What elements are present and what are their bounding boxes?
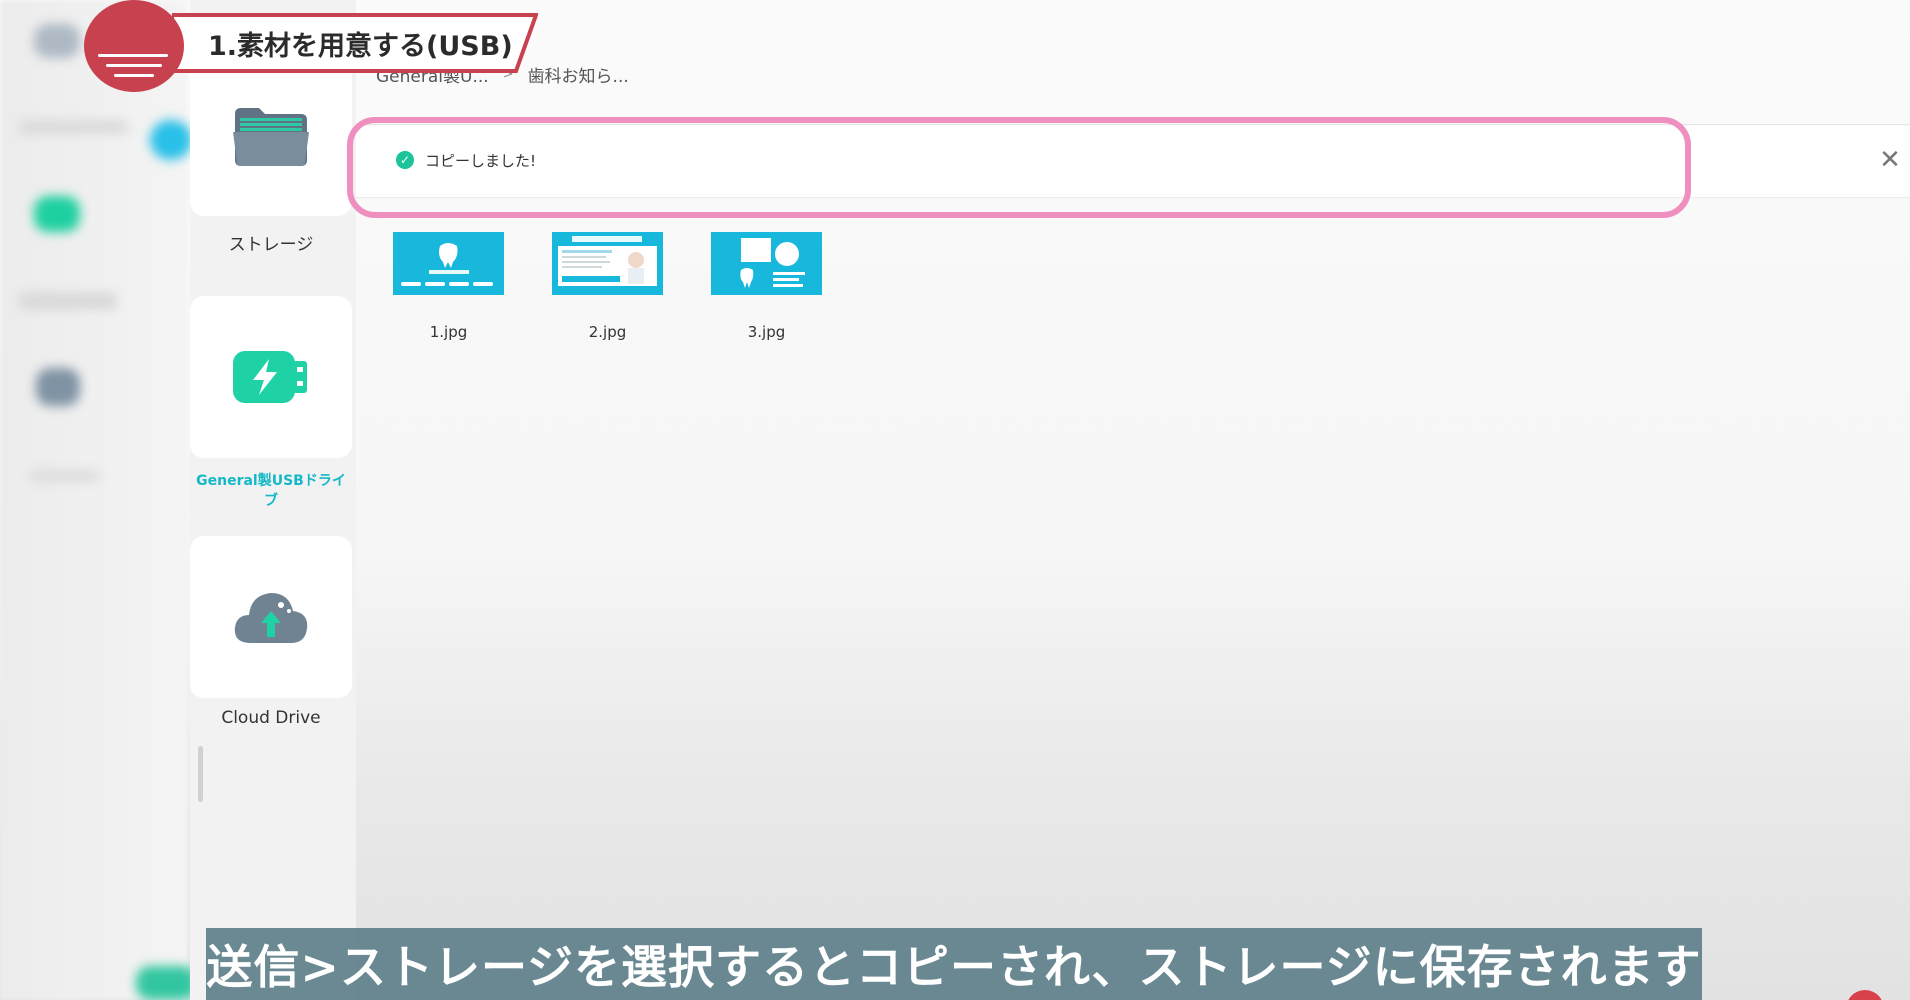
file-thumbnail — [711, 232, 822, 295]
caption-text: 送信>ストレージを選択するとコピーされ、ストレージに保存されます — [206, 940, 1702, 994]
toast-message: コピーしました! — [425, 152, 537, 170]
video-caption: 送信>ストレージを選択するとコピーされ、ストレージに保存されます — [206, 928, 1702, 1000]
file-item[interactable]: 1.jpg — [393, 232, 504, 341]
divider — [356, 124, 1910, 125]
folder-icon — [233, 108, 309, 166]
blurred-navigation-rail — [0, 0, 196, 1000]
file-name: 1.jpg — [429, 323, 468, 341]
blurred-icon — [36, 368, 80, 406]
file-browser: General製U... > 歯科お知ら... ✓ コピーしました! ✕ 1.j… — [347, 0, 1910, 1000]
tooth-illustration — [401, 243, 493, 286]
chapter-line — [106, 64, 162, 67]
chapter-line — [114, 74, 154, 77]
blurred-label — [18, 120, 128, 134]
blurred-label — [30, 470, 100, 482]
usb-drive-icon — [233, 351, 307, 403]
check-circle-icon: ✓ — [396, 151, 414, 169]
blurred-icon — [34, 24, 80, 58]
file-thumbnail — [552, 232, 663, 295]
scrollbar[interactable] — [198, 746, 203, 802]
chapter-menu-icon — [84, 0, 184, 92]
close-icon[interactable]: ✕ — [1870, 140, 1910, 180]
blurred-icon — [150, 120, 192, 160]
file-item[interactable]: 3.jpg — [711, 232, 822, 341]
chapter-title: 1.素材を用意する(USB) — [208, 31, 513, 62]
copy-success-toast: ✓ コピーしました! ✕ — [356, 126, 1910, 198]
device-storage[interactable] — [190, 56, 352, 216]
device-storage-label: ストレージ — [228, 235, 314, 255]
device-cloud-label: Cloud Drive — [221, 708, 321, 728]
file-name: 2.jpg — [588, 323, 627, 341]
device-usb-label: General製USBドライブ — [196, 473, 346, 509]
device-cloud-drive[interactable] — [190, 536, 352, 698]
cloud-upload-icon — [234, 593, 308, 643]
chapter-line — [98, 54, 168, 57]
file-thumbnail — [393, 232, 504, 295]
notice-illustration — [558, 236, 657, 286]
device-usb-drive[interactable] — [190, 296, 352, 458]
blurred-label — [18, 292, 118, 310]
breadcrumb-current[interactable]: 歯科お知ら... — [528, 62, 629, 87]
file-name: 3.jpg — [747, 323, 786, 341]
blurred-icon — [136, 966, 196, 1000]
file-item[interactable]: 2.jpg — [552, 232, 663, 341]
schedule-illustration — [740, 238, 805, 288]
file-grid: 1.jpg 2.jpg 3.jpg — [393, 232, 822, 341]
device-panel: ストレージ General製USBドライブ Cloud Drive — [190, 0, 356, 1000]
blurred-icon — [34, 196, 80, 232]
